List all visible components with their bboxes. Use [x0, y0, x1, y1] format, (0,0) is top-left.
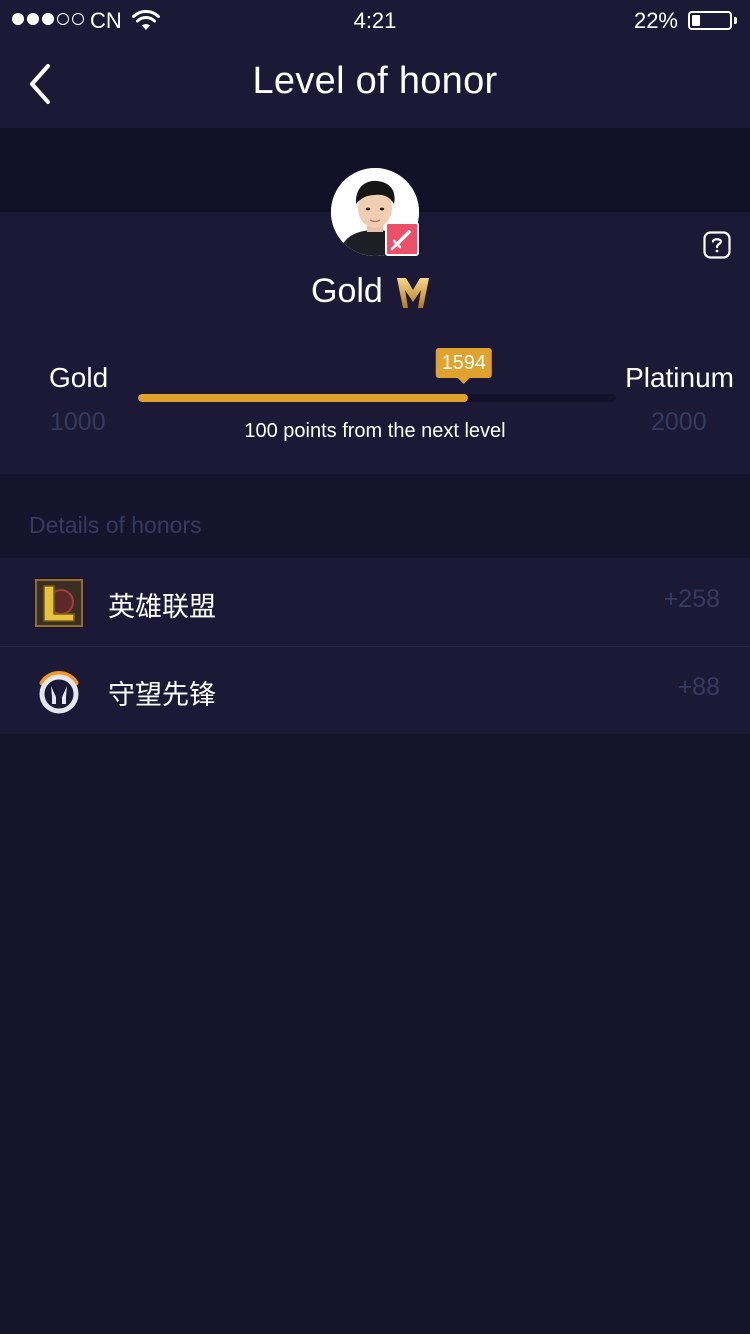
progress-note: 100 points from the next level — [244, 420, 506, 442]
current-tier-label: Gold — [49, 362, 109, 393]
score-bubble: 1594 — [435, 348, 493, 384]
battery-percentage: 22% — [633, 8, 678, 33]
honor-details-list: 英雄联盟 +258 守望先锋 +88 — [0, 558, 750, 734]
game-name: 守望先锋 — [108, 680, 216, 710]
overwatch-icon — [39, 671, 79, 714]
help-icon[interactable] — [703, 231, 731, 259]
honor-level-screen: CN 4:21 22% Level of honor Gold Gold 100… — [0, 0, 750, 1334]
details-section-header: Details of honors — [29, 512, 202, 538]
game-name: 英雄联盟 — [108, 592, 216, 622]
sword-icon — [385, 222, 419, 256]
next-tier-label: Platinum — [625, 362, 734, 393]
battery-level-fill — [692, 15, 700, 26]
battery-tip — [734, 17, 737, 24]
navigation-bar: Level of honor — [0, 40, 750, 128]
honor-points: +88 — [677, 673, 720, 701]
status-bar: CN 4:21 22% — [0, 0, 750, 40]
honor-progress-bar — [138, 394, 616, 402]
list-item[interactable]: 英雄联盟 +258 — [0, 558, 750, 646]
honor-progress-fill — [138, 394, 468, 402]
honor-points: +258 — [663, 585, 720, 613]
list-item[interactable]: 守望先锋 +88 — [0, 646, 750, 734]
rank-label: Gold — [311, 272, 383, 310]
gold-rank-medal-icon — [397, 278, 429, 308]
page-title: Level of honor — [252, 60, 498, 102]
battery-icon — [688, 11, 732, 30]
league-of-legends-icon — [34, 578, 84, 628]
